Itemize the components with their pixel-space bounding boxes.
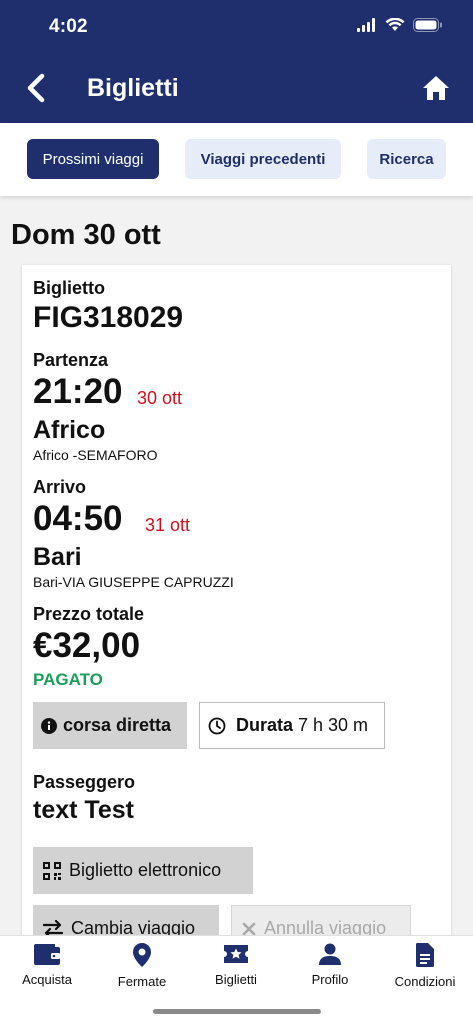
app-header: 4:02 Biglietti	[0, 0, 473, 123]
ticket-star-icon	[224, 945, 248, 963]
arrival-date: 31 ott	[145, 515, 191, 535]
passenger-label: Passeggero	[33, 772, 136, 792]
duration-label: Durata	[236, 715, 294, 735]
nav-item-condizioni[interactable]: Condizioni	[378, 942, 472, 989]
arrival-stop: Bari-VIA GIUSEPPE CAPRUZZI	[33, 574, 234, 590]
chevron-left-icon	[27, 73, 45, 103]
nav-label-acquista: Acquista	[22, 972, 72, 987]
document-icon	[415, 943, 434, 968]
trip-tabs: Prossimi viaggi Viaggi precedenti Ricerc…	[0, 123, 473, 196]
nav-item-biglietti[interactable]: Biglietti	[189, 942, 283, 987]
home-indicator	[153, 1009, 321, 1014]
nav-item-fermate[interactable]: Fermate	[95, 942, 189, 989]
e-ticket-button-label: Biglietto elettronico	[69, 860, 222, 880]
departure-label: Partenza	[33, 350, 109, 370]
arrival-city: Bari	[33, 543, 82, 571]
info-icon	[41, 717, 57, 734]
qr-code-icon	[43, 861, 61, 880]
tab-search[interactable]: Ricerca	[367, 139, 446, 179]
departure-stop: Africo -SEMAFORO	[33, 447, 158, 463]
arrival-time: 04:50	[33, 499, 123, 538]
duration-value: 7 h 30 m	[298, 715, 369, 735]
ticket-card[interactable]: Biglietto FIG318029 Partenza 21:20 30 ot…	[22, 265, 451, 965]
signal-icon	[357, 18, 375, 32]
nav-label-biglietti: Biglietti	[215, 972, 257, 987]
ticket-label: Biglietto	[33, 278, 105, 298]
passenger-name: text Test	[33, 796, 134, 824]
direct-trip-label: corsa diretta	[63, 715, 172, 735]
tab-past-trips[interactable]: Viaggi precedenti	[185, 139, 341, 179]
wifi-icon	[385, 18, 405, 31]
status-time: 4:02	[49, 16, 88, 37]
departure-date: 30 ott	[137, 388, 183, 408]
close-icon	[242, 922, 256, 935]
trip-date-heading: Dom 30 ott	[11, 219, 161, 251]
user-icon	[319, 943, 341, 965]
page-title: Biglietti	[87, 74, 179, 102]
duration-badge: Durata 7 h 30 m	[199, 702, 385, 749]
total-price-value: €32,00	[33, 626, 141, 665]
nav-label-profilo: Profilo	[311, 972, 349, 987]
map-pin-icon	[133, 943, 151, 967]
battery-icon	[413, 18, 442, 32]
status-icons	[357, 18, 443, 32]
status-bar: 4:02	[0, 0, 473, 56]
wallet-icon	[34, 944, 60, 965]
tab-upcoming-trips[interactable]: Prossimi viaggi	[27, 139, 159, 179]
back-button[interactable]	[20, 68, 52, 108]
nav-bar: Biglietti	[0, 60, 473, 116]
direct-trip-badge: corsa diretta	[33, 702, 187, 749]
nav-item-profilo[interactable]: Profilo	[283, 942, 377, 987]
nav-item-acquista[interactable]: Acquista	[0, 942, 94, 987]
payment-status-badge: PAGATO	[33, 670, 103, 689]
ticket-code: FIG318029	[33, 301, 184, 334]
e-ticket-button[interactable]: Biglietto elettronico	[33, 847, 253, 894]
arrival-label: Arrivo	[33, 477, 87, 497]
home-button[interactable]	[419, 71, 453, 105]
total-price-label: Prezzo totale	[33, 604, 145, 624]
departure-time: 21:20	[33, 372, 123, 411]
home-icon	[423, 76, 449, 100]
departure-city: Africo	[33, 416, 106, 444]
clock-icon	[208, 717, 226, 734]
nav-label-fermate: Fermate	[117, 974, 167, 989]
nav-label-condizioni: Condizioni	[394, 974, 456, 989]
